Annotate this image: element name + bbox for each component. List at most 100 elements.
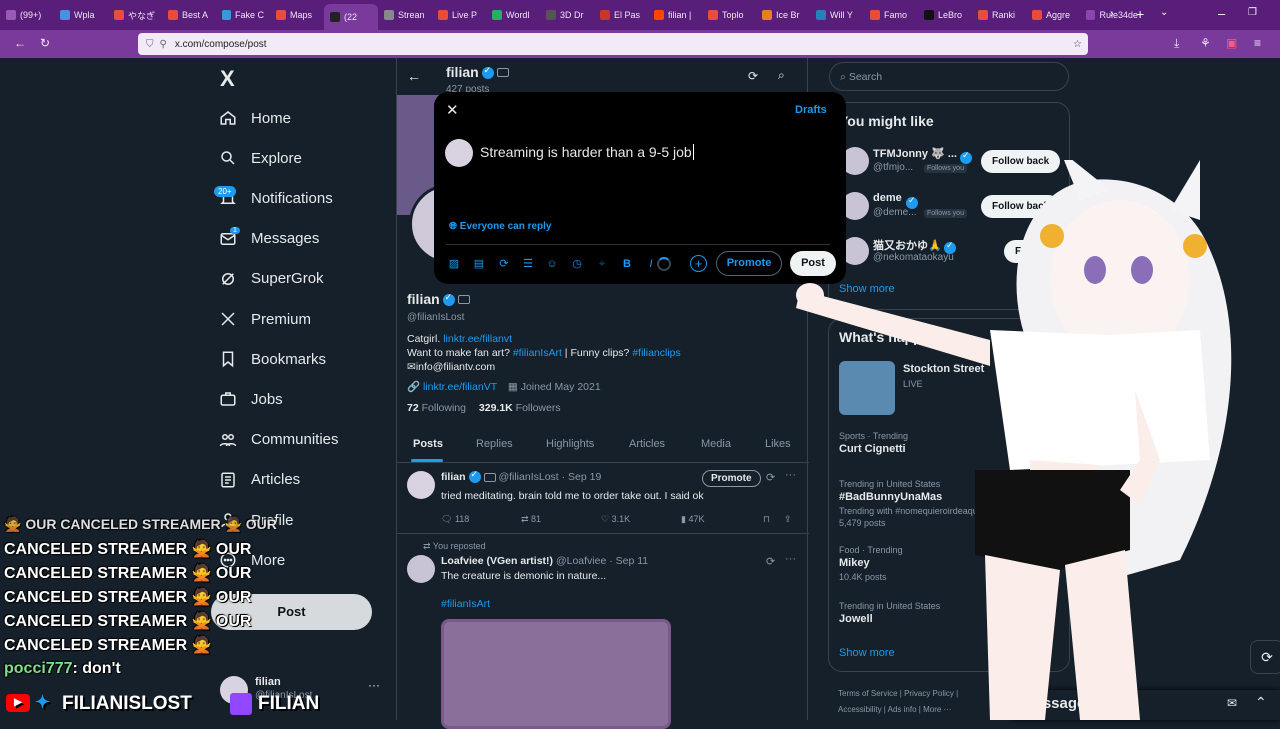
post-image[interactable] bbox=[441, 619, 671, 729]
download-icon[interactable]: ⤓ bbox=[1174, 36, 1179, 51]
account-more-icon[interactable]: ··· bbox=[368, 678, 380, 692]
x-logo[interactable]: X bbox=[220, 66, 235, 92]
browser-tab[interactable]: (22 bbox=[324, 4, 378, 30]
maximize-icon[interactable]: ❐ bbox=[1248, 7, 1257, 18]
tab-media[interactable]: Media bbox=[701, 438, 731, 450]
site-info-icon[interactable]: ⚲ bbox=[160, 39, 167, 50]
post-promote-button[interactable]: Promote bbox=[702, 470, 761, 487]
reply-button[interactable]: 🗨 118 bbox=[441, 514, 469, 525]
search-box[interactable]: ⌕ Search bbox=[829, 62, 1069, 91]
bio-link[interactable]: linktr.ee/fillanvt bbox=[443, 333, 512, 345]
post-item[interactable]: filian @filianIsLost · Sep 19 Promote ⟳ … bbox=[397, 464, 809, 534]
location-icon[interactable]: ⌖ bbox=[595, 257, 609, 271]
back-icon[interactable]: ← bbox=[14, 36, 26, 50]
expand-drawer-icon[interactable]: ⌃ bbox=[1255, 694, 1267, 711]
url-box[interactable]: ⛉ ⚲ x.com/compose/post ☆ bbox=[138, 33, 1088, 55]
sidebar-item-home[interactable]: Home bbox=[218, 104, 291, 132]
browser-tab[interactable]: Aggre bbox=[1026, 0, 1080, 30]
grok-icon[interactable]: ⟳ bbox=[748, 69, 758, 83]
post-avatar[interactable] bbox=[407, 471, 435, 499]
add-post-icon[interactable]: + bbox=[690, 255, 707, 272]
browser-tab[interactable]: filian | bbox=[648, 0, 702, 30]
post-grok-icon[interactable]: ⟳ bbox=[766, 555, 775, 568]
reply-setting[interactable]: 🌐︎ Everyone can reply bbox=[449, 221, 552, 232]
views-button[interactable]: ▮ 47K bbox=[681, 514, 704, 525]
repost-button[interactable]: ⇄ 81 bbox=[521, 514, 541, 525]
compose-text-input[interactable]: Streaming is harder than a 9-5 job bbox=[480, 144, 830, 160]
browser-tab[interactable]: LeBro bbox=[918, 0, 972, 30]
post-hashtag[interactable]: #filianIsArt bbox=[441, 598, 490, 610]
sidebar-item-jobs[interactable]: Jobs bbox=[218, 385, 283, 413]
tab-replies[interactable]: Replies bbox=[476, 438, 513, 450]
browser-tab[interactable]: 3D Dr bbox=[540, 0, 594, 30]
browser-tab[interactable]: Wordl bbox=[486, 0, 540, 30]
sidebar-item-bookmarks[interactable]: Bookmarks bbox=[218, 345, 326, 373]
sidebar-item-label: SuperGrok bbox=[251, 270, 324, 288]
tab-list-icon[interactable]: ⌄ bbox=[1160, 7, 1168, 18]
tab-title: Strean bbox=[398, 10, 425, 20]
browser-tab[interactable]: Ranki bbox=[972, 0, 1026, 30]
tab-likes[interactable]: Likes bbox=[765, 438, 791, 450]
browser-tab[interactable]: El Pas bbox=[594, 0, 648, 30]
browser-tab[interactable]: Wpla bbox=[54, 0, 108, 30]
browser-tab[interactable]: Live P bbox=[432, 0, 486, 30]
browser-tab[interactable]: やなぎ bbox=[108, 0, 162, 30]
tab-scroll-right-icon[interactable]: › bbox=[1110, 8, 1114, 20]
browser-tab[interactable]: (99+) bbox=[0, 0, 54, 30]
compose-promote-button[interactable]: Promote bbox=[716, 251, 782, 276]
drafts-button[interactable]: Drafts bbox=[795, 104, 827, 116]
following-link[interactable]: 72 Following bbox=[407, 402, 466, 414]
sidebar-item-premium[interactable]: Premium bbox=[218, 305, 311, 333]
italic-icon[interactable]: I bbox=[644, 257, 658, 271]
browser-tab[interactable]: Best A bbox=[162, 0, 216, 30]
gif-icon[interactable]: ▤ bbox=[472, 257, 486, 271]
chat-line: CANCELED STREAMER 🙅 OUR bbox=[4, 613, 252, 630]
bio-hashtag-clips[interactable]: #filianclips bbox=[632, 347, 680, 359]
emoji-icon[interactable]: ☺ bbox=[545, 257, 559, 271]
tab-favicon-icon bbox=[816, 10, 826, 20]
extensions-icon[interactable]: ⚘ bbox=[1200, 36, 1211, 50]
browser-tab[interactable]: Ice Br bbox=[756, 0, 810, 30]
bookmark-button[interactable]: ⊓ bbox=[763, 514, 770, 525]
grok-compose-icon[interactable]: ⟳ bbox=[497, 257, 511, 271]
tab-title: Wordl bbox=[506, 10, 530, 20]
image-icon[interactable]: ▨ bbox=[447, 257, 461, 271]
sidebar-item-communities[interactable]: Communities bbox=[218, 426, 339, 454]
post-item[interactable]: ⇄ You reposted Loafviee (VGen artist!) @… bbox=[397, 536, 809, 729]
bio-hashtag-art[interactable]: #filianIsArt bbox=[513, 347, 562, 359]
poll-icon[interactable]: ☰ bbox=[521, 257, 535, 271]
post-avatar[interactable] bbox=[407, 555, 435, 583]
tab-highlights[interactable]: Highlights bbox=[546, 438, 594, 450]
sidebar-item-supergrok[interactable]: SuperGrok bbox=[218, 265, 324, 293]
bold-icon[interactable]: B bbox=[620, 257, 634, 271]
like-button[interactable]: ♡ 3.1K bbox=[601, 514, 630, 525]
pocket-icon[interactable]: ▣ bbox=[1226, 36, 1237, 50]
minimize-icon[interactable]: – bbox=[1218, 6, 1225, 21]
followers-link[interactable]: 329.1K Followers bbox=[479, 402, 561, 414]
browser-tab[interactable]: Famo bbox=[864, 0, 918, 30]
browser-tab[interactable]: Strean bbox=[378, 0, 432, 30]
post-grok-icon[interactable]: ⟳ bbox=[766, 471, 775, 484]
post-header: Loafviee (VGen artist!) @Loafviee · Sep … bbox=[441, 555, 648, 567]
browser-tab[interactable]: Will Y bbox=[810, 0, 864, 30]
schedule-icon[interactable]: ◷ bbox=[570, 257, 584, 271]
feed-back-icon[interactable]: ← bbox=[407, 68, 421, 84]
browser-tab[interactable]: Fake C bbox=[216, 0, 270, 30]
profile-search-icon[interactable]: ⌕ bbox=[778, 68, 785, 83]
tab-favicon-icon bbox=[600, 10, 610, 20]
reload-icon[interactable]: ↻ bbox=[40, 36, 50, 50]
sidebar-item-explore[interactable]: Explore bbox=[218, 144, 302, 172]
close-icon[interactable]: ✕ bbox=[446, 101, 459, 119]
browser-tab[interactable]: Maps bbox=[270, 0, 324, 30]
new-tab-icon[interactable]: + bbox=[1136, 6, 1144, 22]
menu-icon[interactable]: ≡ bbox=[1254, 36, 1261, 50]
tab-posts[interactable]: Posts bbox=[413, 438, 443, 450]
bookmark-star-icon[interactable]: ☆ bbox=[1073, 39, 1082, 50]
tab-articles[interactable]: Articles bbox=[629, 438, 665, 450]
sidebar-item-articles[interactable]: Articles bbox=[218, 466, 300, 494]
browser-tab[interactable]: Toplo bbox=[702, 0, 756, 30]
profile-link[interactable]: linktr.ee/filianVT bbox=[423, 381, 497, 393]
grok-float-icon[interactable]: ⟳ bbox=[1250, 640, 1280, 674]
post-author[interactable]: Loafviee (VGen artist!) bbox=[441, 555, 553, 567]
post-author[interactable]: filian bbox=[441, 471, 466, 483]
